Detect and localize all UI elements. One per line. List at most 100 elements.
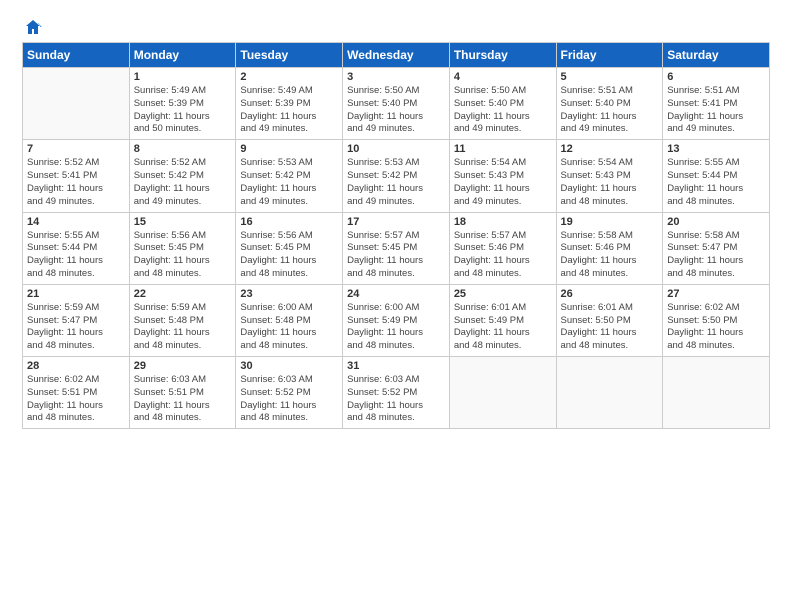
day-info: Sunrise: 6:00 AMSunset: 5:49 PMDaylight:… <box>347 302 445 353</box>
calendar-cell: 1 Sunrise: 5:49 AMSunset: 5:39 PMDaylight… <box>129 68 236 140</box>
calendar-cell: 4 Sunrise: 5:50 AMSunset: 5:40 PMDaylight… <box>449 68 556 140</box>
calendar-cell <box>23 68 130 140</box>
day-number: 9 <box>240 143 338 155</box>
calendar-week-row: 1 Sunrise: 5:49 AMSunset: 5:39 PMDaylight… <box>23 68 770 140</box>
day-info: Sunrise: 5:50 AMSunset: 5:40 PMDaylight:… <box>347 85 445 136</box>
calendar-week-row: 28 Sunrise: 6:02 AMSunset: 5:51 PMDayligh… <box>23 357 770 429</box>
day-number: 6 <box>667 71 765 83</box>
day-info: Sunrise: 6:00 AMSunset: 5:48 PMDaylight:… <box>240 302 338 353</box>
day-number: 5 <box>561 71 659 83</box>
day-number: 20 <box>667 216 765 228</box>
calendar-cell <box>663 357 770 429</box>
day-info: Sunrise: 5:52 AMSunset: 5:42 PMDaylight:… <box>134 157 232 208</box>
day-number: 25 <box>454 288 552 300</box>
calendar-cell: 11 Sunrise: 5:54 AMSunset: 5:43 PMDayligh… <box>449 140 556 212</box>
day-info: Sunrise: 5:56 AMSunset: 5:45 PMDaylight:… <box>240 230 338 281</box>
day-info: Sunrise: 5:55 AMSunset: 5:44 PMDaylight:… <box>27 230 125 281</box>
day-info: Sunrise: 5:51 AMSunset: 5:40 PMDaylight:… <box>561 85 659 136</box>
calendar-cell: 13 Sunrise: 5:55 AMSunset: 5:44 PMDayligh… <box>663 140 770 212</box>
day-info: Sunrise: 5:57 AMSunset: 5:45 PMDaylight:… <box>347 230 445 281</box>
calendar-cell: 22 Sunrise: 5:59 AMSunset: 5:48 PMDayligh… <box>129 284 236 356</box>
calendar-cell: 25 Sunrise: 6:01 AMSunset: 5:49 PMDayligh… <box>449 284 556 356</box>
calendar-cell: 14Sunrise: 5:55 AMSunset: 5:44 PMDayligh… <box>23 212 130 284</box>
day-header: Wednesday <box>343 43 450 68</box>
calendar-cell: 28 Sunrise: 6:02 AMSunset: 5:51 PMDayligh… <box>23 357 130 429</box>
day-info: Sunrise: 6:03 AMSunset: 5:51 PMDaylight:… <box>134 374 232 425</box>
day-number: 29 <box>134 360 232 372</box>
calendar-cell: 30Sunrise: 6:03 AMSunset: 5:52 PMDayligh… <box>236 357 343 429</box>
day-info: Sunrise: 5:49 AMSunset: 5:39 PMDaylight:… <box>240 85 338 136</box>
day-number: 23 <box>240 288 338 300</box>
day-info: Sunrise: 5:57 AMSunset: 5:46 PMDaylight:… <box>454 230 552 281</box>
calendar-cell <box>449 357 556 429</box>
day-header: Monday <box>129 43 236 68</box>
day-number: 28 <box>27 360 125 372</box>
calendar-cell: 18 Sunrise: 5:57 AMSunset: 5:46 PMDayligh… <box>449 212 556 284</box>
day-number: 10 <box>347 143 445 155</box>
calendar-cell: 31Sunrise: 6:03 AMSunset: 5:52 PMDayligh… <box>343 357 450 429</box>
day-info: Sunrise: 5:59 AMSunset: 5:47 PMDaylight:… <box>27 302 125 353</box>
day-info: Sunrise: 6:01 AMSunset: 5:49 PMDaylight:… <box>454 302 552 353</box>
day-number: 16 <box>240 216 338 228</box>
day-info: Sunrise: 5:53 AMSunset: 5:42 PMDaylight:… <box>240 157 338 208</box>
day-number: 1 <box>134 71 232 83</box>
day-info: Sunrise: 5:49 AMSunset: 5:39 PMDaylight:… <box>134 85 232 136</box>
logo-icon <box>24 18 42 36</box>
day-number: 15 <box>134 216 232 228</box>
day-info: Sunrise: 5:50 AMSunset: 5:40 PMDaylight:… <box>454 85 552 136</box>
day-info: Sunrise: 5:54 AMSunset: 5:43 PMDaylight:… <box>454 157 552 208</box>
day-info: Sunrise: 5:52 AMSunset: 5:41 PMDaylight:… <box>27 157 125 208</box>
calendar-cell: 16 Sunrise: 5:56 AMSunset: 5:45 PMDayligh… <box>236 212 343 284</box>
calendar-cell: 21 Sunrise: 5:59 AMSunset: 5:47 PMDayligh… <box>23 284 130 356</box>
day-number: 13 <box>667 143 765 155</box>
calendar-header-row: SundayMondayTuesdayWednesdayThursdayFrid… <box>23 43 770 68</box>
calendar-week-row: 21 Sunrise: 5:59 AMSunset: 5:47 PMDayligh… <box>23 284 770 356</box>
day-info: Sunrise: 5:59 AMSunset: 5:48 PMDaylight:… <box>134 302 232 353</box>
day-number: 21 <box>27 288 125 300</box>
calendar-cell: 10 Sunrise: 5:53 AMSunset: 5:42 PMDayligh… <box>343 140 450 212</box>
calendar: SundayMondayTuesdayWednesdayThursdayFrid… <box>22 42 770 429</box>
calendar-cell: 8Sunrise: 5:52 AMSunset: 5:42 PMDaylight… <box>129 140 236 212</box>
calendar-cell: 12Sunrise: 5:54 AMSunset: 5:43 PMDayligh… <box>556 140 663 212</box>
day-number: 3 <box>347 71 445 83</box>
day-info: Sunrise: 5:56 AMSunset: 5:45 PMDaylight:… <box>134 230 232 281</box>
calendar-cell: 7 Sunrise: 5:52 AMSunset: 5:41 PMDaylight… <box>23 140 130 212</box>
day-info: Sunrise: 6:03 AMSunset: 5:52 PMDaylight:… <box>347 374 445 425</box>
day-number: 17 <box>347 216 445 228</box>
day-info: Sunrise: 5:58 AMSunset: 5:46 PMDaylight:… <box>561 230 659 281</box>
calendar-cell: 2 Sunrise: 5:49 AMSunset: 5:39 PMDaylight… <box>236 68 343 140</box>
day-info: Sunrise: 6:02 AMSunset: 5:51 PMDaylight:… <box>27 374 125 425</box>
day-number: 12 <box>561 143 659 155</box>
calendar-cell: 6 Sunrise: 5:51 AMSunset: 5:41 PMDaylight… <box>663 68 770 140</box>
day-info: Sunrise: 5:53 AMSunset: 5:42 PMDaylight:… <box>347 157 445 208</box>
calendar-cell: 26 Sunrise: 6:01 AMSunset: 5:50 PMDayligh… <box>556 284 663 356</box>
logo <box>22 18 42 36</box>
day-header: Friday <box>556 43 663 68</box>
day-number: 7 <box>27 143 125 155</box>
day-header: Saturday <box>663 43 770 68</box>
day-info: Sunrise: 5:51 AMSunset: 5:41 PMDaylight:… <box>667 85 765 136</box>
calendar-cell <box>556 357 663 429</box>
day-number: 18 <box>454 216 552 228</box>
calendar-cell: 15 Sunrise: 5:56 AMSunset: 5:45 PMDayligh… <box>129 212 236 284</box>
calendar-cell: 20 Sunrise: 5:58 AMSunset: 5:47 PMDayligh… <box>663 212 770 284</box>
day-number: 2 <box>240 71 338 83</box>
page: SundayMondayTuesdayWednesdayThursdayFrid… <box>0 0 792 612</box>
day-info: Sunrise: 5:55 AMSunset: 5:44 PMDaylight:… <box>667 157 765 208</box>
calendar-week-row: 14Sunrise: 5:55 AMSunset: 5:44 PMDayligh… <box>23 212 770 284</box>
day-number: 19 <box>561 216 659 228</box>
day-info: Sunrise: 6:02 AMSunset: 5:50 PMDaylight:… <box>667 302 765 353</box>
calendar-cell: 24Sunrise: 6:00 AMSunset: 5:49 PMDayligh… <box>343 284 450 356</box>
day-number: 4 <box>454 71 552 83</box>
day-info: Sunrise: 6:01 AMSunset: 5:50 PMDaylight:… <box>561 302 659 353</box>
day-number: 11 <box>454 143 552 155</box>
calendar-cell: 3 Sunrise: 5:50 AMSunset: 5:40 PMDaylight… <box>343 68 450 140</box>
day-number: 26 <box>561 288 659 300</box>
calendar-cell: 23 Sunrise: 6:00 AMSunset: 5:48 PMDayligh… <box>236 284 343 356</box>
day-info: Sunrise: 5:58 AMSunset: 5:47 PMDaylight:… <box>667 230 765 281</box>
day-info: Sunrise: 6:03 AMSunset: 5:52 PMDaylight:… <box>240 374 338 425</box>
calendar-cell: 27Sunrise: 6:02 AMSunset: 5:50 PMDayligh… <box>663 284 770 356</box>
day-number: 22 <box>134 288 232 300</box>
day-header: Tuesday <box>236 43 343 68</box>
day-header: Sunday <box>23 43 130 68</box>
